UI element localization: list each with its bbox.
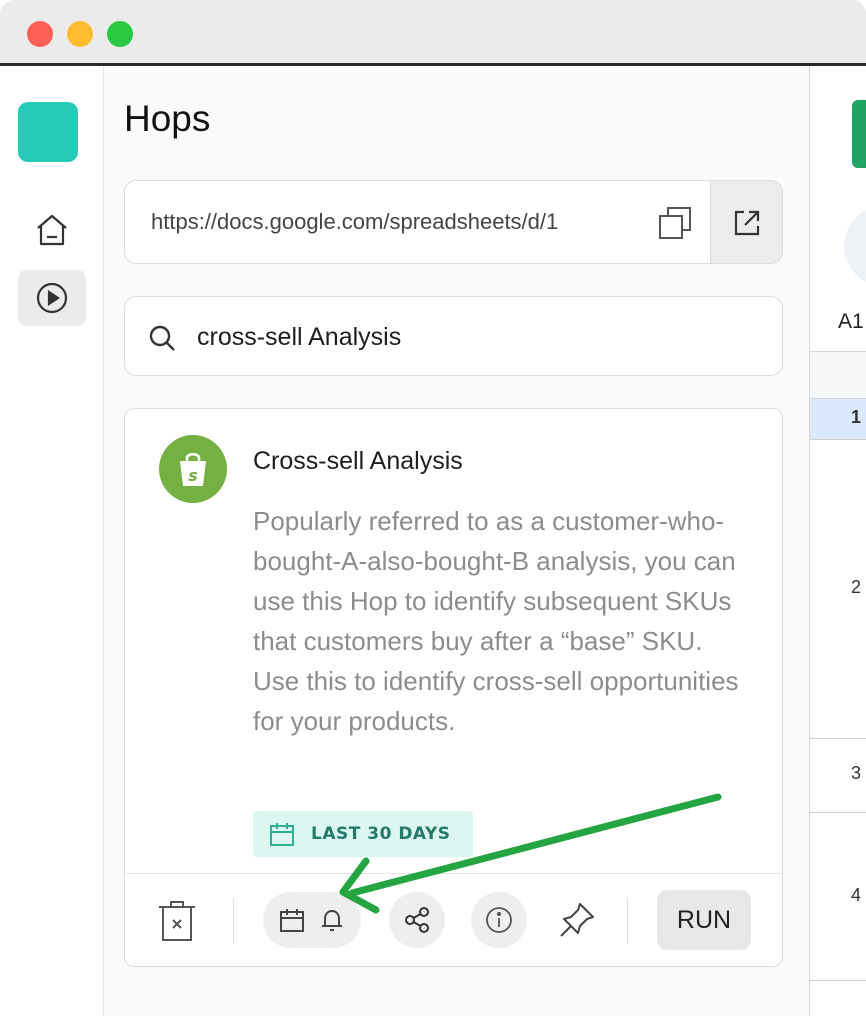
schedule-button[interactable] — [263, 892, 361, 948]
zoom-window-button[interactable] — [107, 21, 133, 47]
hop-card-actions: RUN — [125, 873, 782, 967]
share-icon — [405, 907, 429, 933]
calendar-icon — [270, 823, 294, 846]
date-range-label: LAST 30 DAYS — [311, 824, 451, 844]
home-icon — [37, 214, 67, 246]
delete-hop-button[interactable] — [153, 896, 201, 946]
google-sheets-icon — [852, 100, 866, 168]
copy-icon — [659, 207, 691, 239]
row-number[interactable]: 2 — [810, 577, 866, 598]
row-number[interactable]: 1 — [810, 407, 866, 428]
info-button[interactable] — [471, 892, 527, 948]
run-button[interactable]: RUN — [657, 890, 751, 950]
shopify-logo: s — [159, 435, 227, 503]
spreadsheet-pane: A1 1 2 3 4 — [809, 66, 866, 1016]
date-range-badge: LAST 30 DAYS — [253, 811, 473, 857]
trash-icon — [159, 901, 195, 941]
row-divider — [810, 980, 866, 981]
hop-title: Cross-sell Analysis — [253, 447, 463, 475]
sidebar-item-hops[interactable] — [18, 270, 86, 326]
minimize-window-button[interactable] — [67, 21, 93, 47]
share-button[interactable] — [389, 892, 445, 948]
sheet-url-text[interactable]: https://docs.google.com/spreadsheets/d/1 — [151, 209, 637, 235]
bell-icon — [322, 909, 342, 931]
close-window-button[interactable] — [27, 21, 53, 47]
row-divider — [810, 439, 866, 440]
copy-url-button[interactable] — [649, 197, 701, 249]
info-icon — [486, 907, 512, 933]
row-divider — [810, 738, 866, 739]
action-divider — [233, 898, 234, 944]
calendar-icon — [280, 909, 304, 932]
row-number[interactable]: 3 — [810, 763, 866, 784]
search-input[interactable] — [197, 317, 757, 357]
play-circle-icon — [36, 282, 68, 314]
open-external-icon — [734, 210, 759, 236]
page-title: Hops — [124, 98, 211, 139]
svg-text:s: s — [188, 466, 198, 485]
pin-button[interactable] — [549, 894, 605, 946]
avatar[interactable] — [844, 206, 866, 286]
hops-panel: Hops https://docs.google.com/spreadsheet… — [104, 66, 809, 1016]
row-divider — [810, 812, 866, 813]
action-divider — [627, 898, 628, 944]
sidebar-rail — [0, 66, 104, 1016]
pin-icon — [560, 903, 594, 937]
window-titlebar — [0, 0, 866, 66]
shopify-bag-icon: s — [180, 452, 206, 486]
column-header-row — [810, 351, 866, 399]
hop-card[interactable]: s Cross-sell Analysis Popularly referred… — [124, 408, 783, 967]
hop-description: Popularly referred to as a customer-who-… — [253, 506, 739, 736]
cell-reference[interactable]: A1 — [838, 310, 864, 334]
search-icon — [149, 325, 175, 351]
app-logo[interactable] — [18, 102, 78, 162]
sheet-url-bar: https://docs.google.com/spreadsheets/d/1 — [124, 180, 783, 264]
open-sheet-button[interactable] — [710, 181, 782, 263]
search-bar — [124, 296, 783, 376]
row-number[interactable]: 4 — [810, 885, 866, 906]
sidebar-item-home[interactable] — [18, 202, 86, 258]
